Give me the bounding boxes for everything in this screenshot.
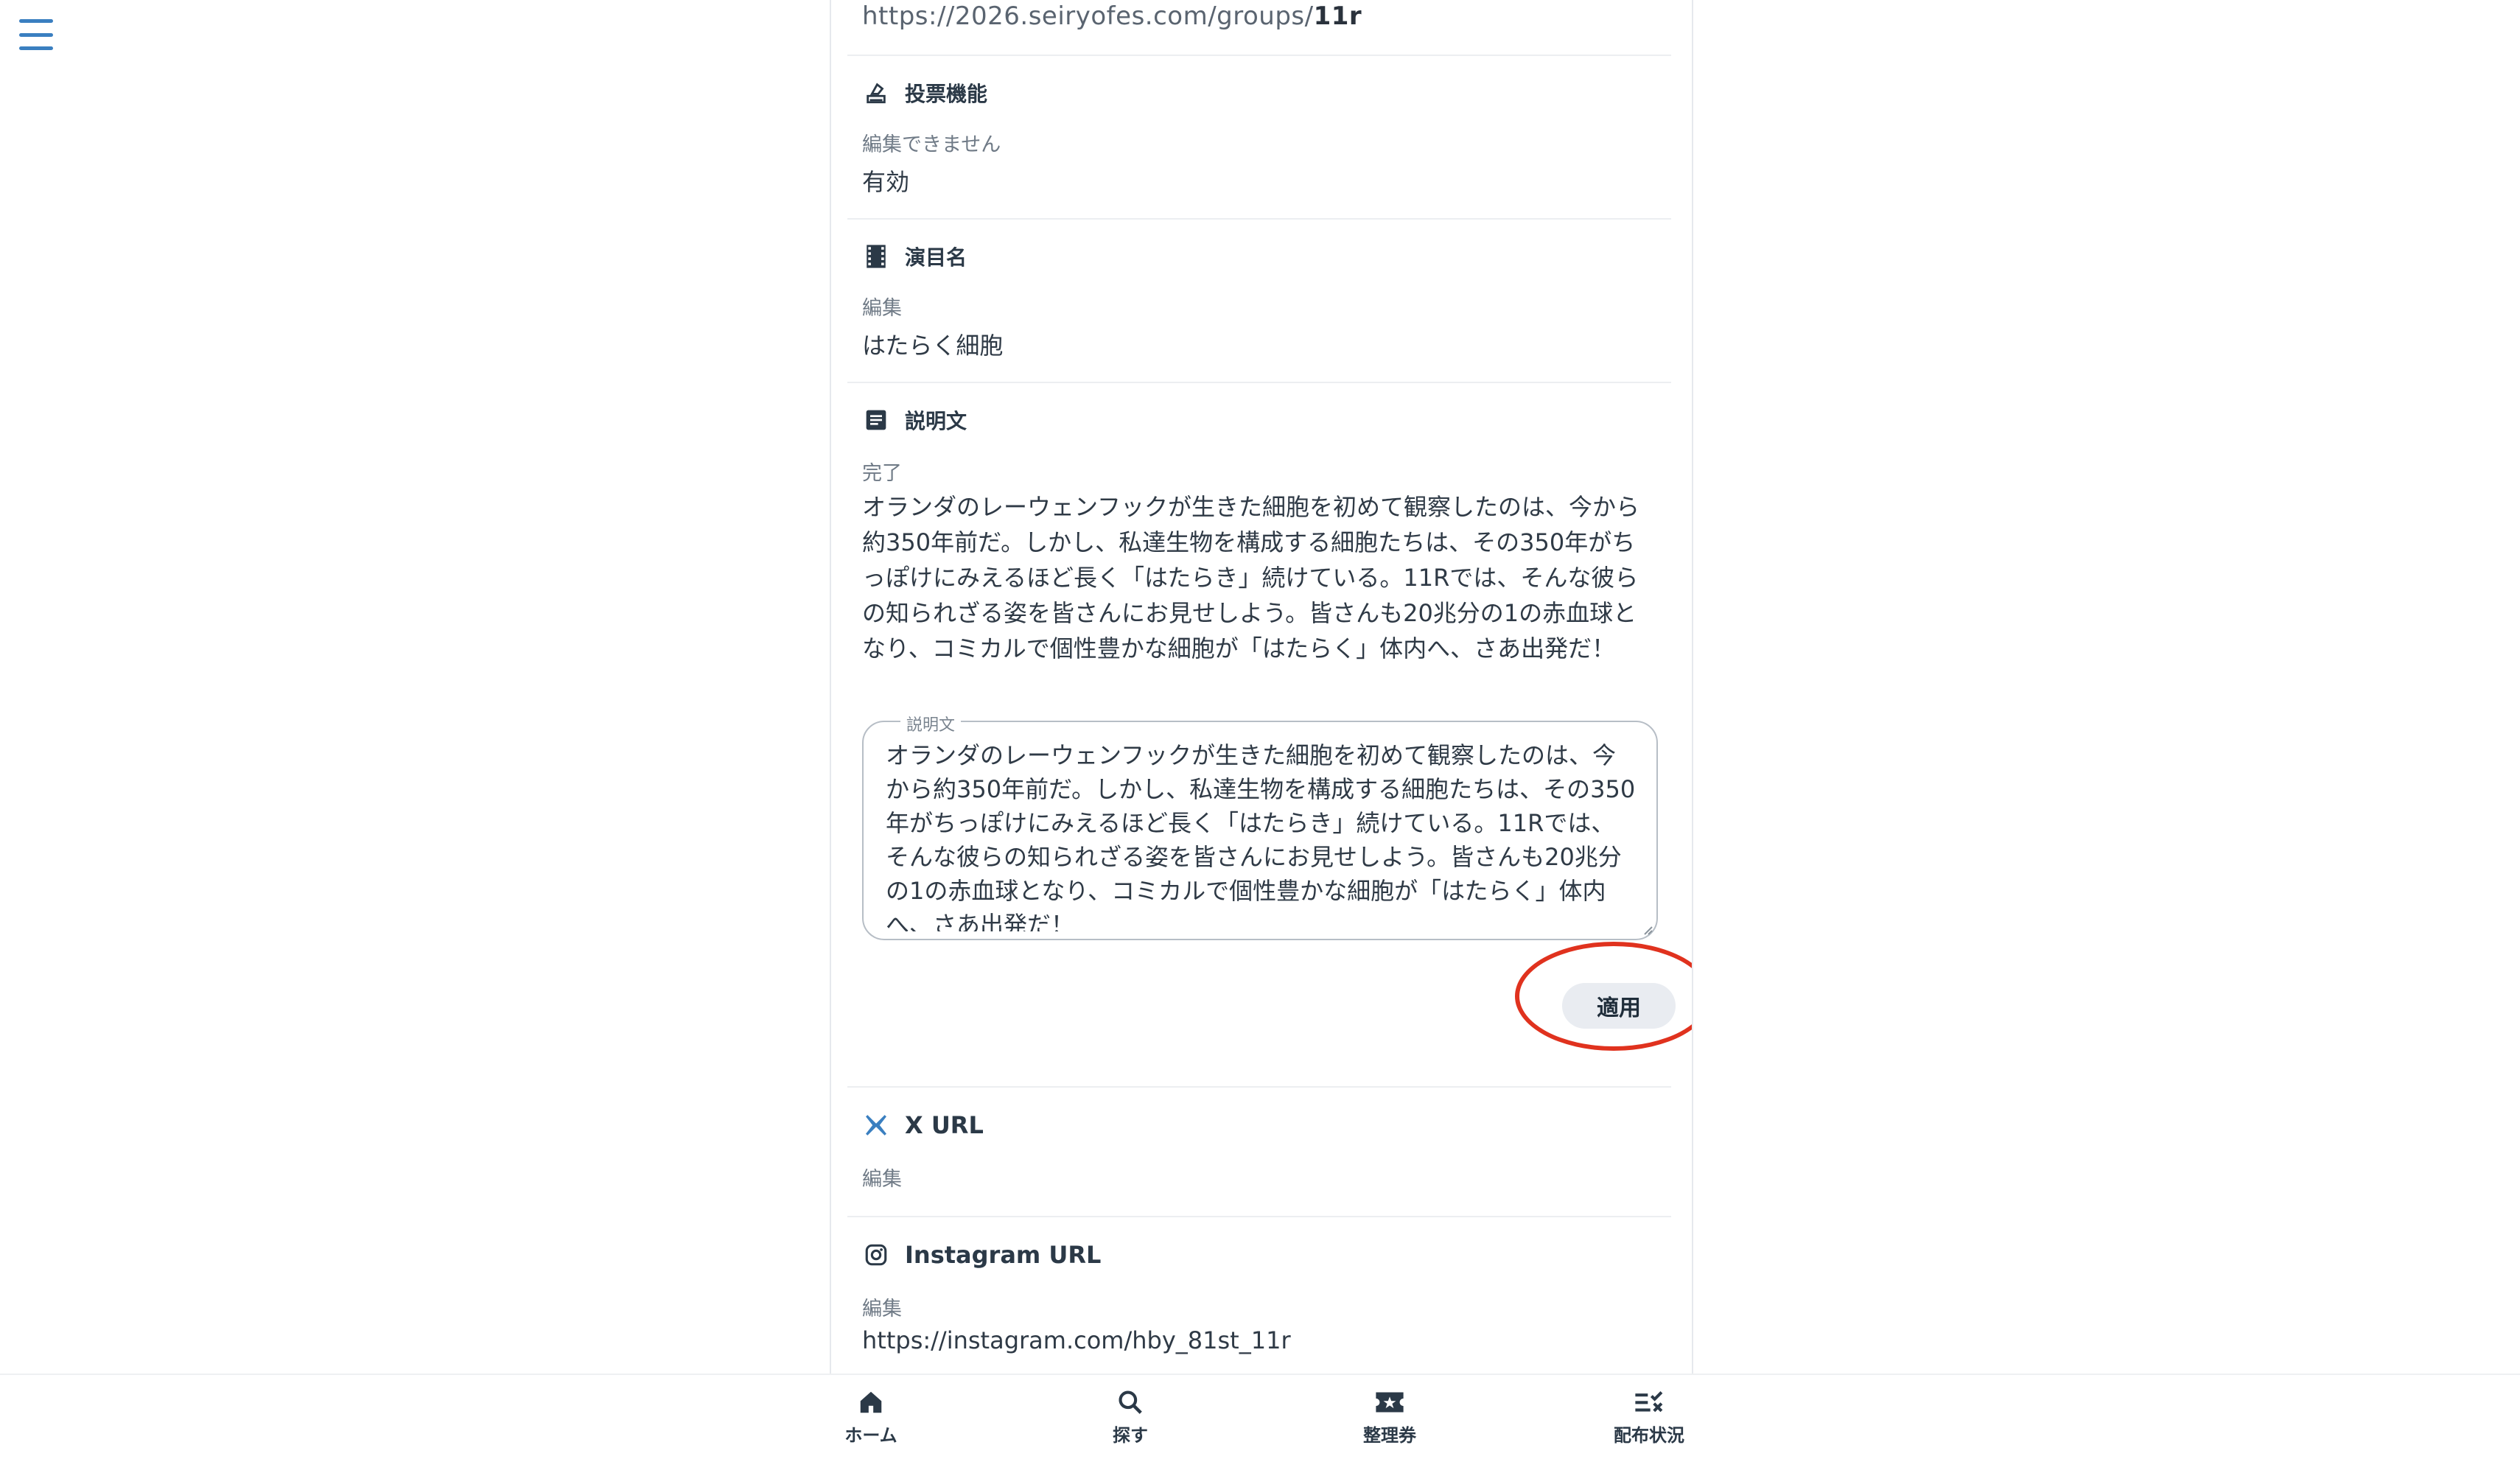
field-label: 説明文 <box>900 712 962 735</box>
document-icon <box>862 406 890 434</box>
vote-section: 投票機能 編集できません 有効 <box>847 55 1671 220</box>
nav-label: 整理券 <box>1363 1425 1416 1446</box>
hamburger-menu-icon[interactable] <box>19 19 53 50</box>
bottom-navigation: ホーム 探す 整理券 配布状況 <box>0 1374 2520 1459</box>
section-value: はたらく細胞 <box>862 332 1004 360</box>
nav-search[interactable]: 探す <box>1057 1388 1204 1446</box>
home-icon <box>860 1391 882 1413</box>
instagram-url-section: Instagram URL 編集 https://instagram.com/h… <box>847 1216 1671 1374</box>
nav-home[interactable]: ホーム <box>797 1388 945 1446</box>
section-status: 編集できません <box>862 133 1001 156</box>
program-name-section: 演目名 編集 はたらく細胞 <box>847 218 1671 383</box>
section-title: Instagram URL <box>905 1241 1102 1269</box>
nav-label: 配布状況 <box>1614 1425 1684 1446</box>
ticket-icon <box>1376 1392 1404 1413</box>
section-status[interactable]: 完了 <box>862 457 902 486</box>
nav-label: ホーム <box>844 1425 897 1446</box>
section-title: 投票機能 <box>905 82 988 106</box>
vote-box-icon <box>862 79 890 107</box>
description-field[interactable]: 説明文 オランダのレーウェンフックが生きた細胞を初めて観察したのは、今から約35… <box>862 712 1658 940</box>
x-logo-icon <box>862 1111 890 1139</box>
checklist-icon <box>1635 1391 1663 1413</box>
resize-handle-icon[interactable] <box>1640 923 1653 936</box>
description-section: 説明文 完了 オランダのレーウェンフックが生きた細胞を初めて観察したのは、今から… <box>847 382 1692 1088</box>
film-icon <box>862 242 890 270</box>
instagram-icon <box>862 1241 890 1269</box>
nav-distribution-status[interactable]: 配布状況 <box>1575 1388 1723 1446</box>
group-edit-panel: https://2026.seiryofes.com/groups/11r 投票… <box>830 0 1693 1374</box>
nav-ticket[interactable]: 整理券 <box>1316 1388 1463 1446</box>
section-value[interactable]: https://instagram.com/hby_81st_11r <box>862 1326 1291 1354</box>
section-title: 説明文 <box>905 409 967 433</box>
section-status[interactable]: 編集 <box>862 1163 902 1192</box>
nav-label: 探す <box>1113 1425 1148 1446</box>
description-text: オランダのレーウェンフックが生きた細胞を初めて観察したのは、今から約350年前だ… <box>862 493 1640 662</box>
search-icon <box>1119 1390 1142 1414</box>
section-value: 有効 <box>862 168 910 196</box>
x-url-section: X URL 編集 <box>847 1086 1671 1217</box>
section-status[interactable]: 編集 <box>862 292 902 321</box>
section-status[interactable]: 編集 <box>862 1292 902 1321</box>
apply-button[interactable]: 適用 <box>1562 983 1676 1029</box>
section-title: 演目名 <box>905 245 967 270</box>
section-title: X URL <box>905 1111 984 1139</box>
description-textarea[interactable]: オランダのレーウェンフックが生きた細胞を初めて観察したのは、今から約350年前だ… <box>886 738 1637 931</box>
group-url: https://2026.seiryofes.com/groups/11r <box>862 1 1362 31</box>
